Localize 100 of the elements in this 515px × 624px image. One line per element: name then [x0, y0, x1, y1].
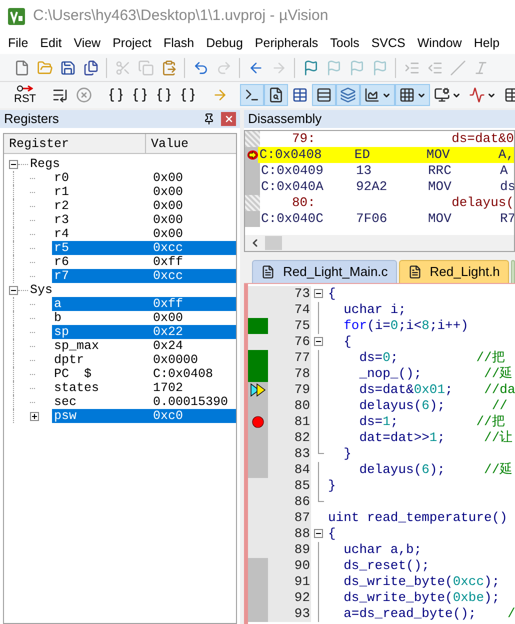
register-name: r5 [54, 241, 70, 255]
line-number: 74 [294, 302, 310, 317]
register-name: b [54, 311, 62, 325]
register-value: 1702 [153, 381, 184, 395]
tree-node-label[interactable]: Sys [30, 283, 53, 297]
line-number: 80 [294, 398, 310, 413]
register-value: 0x00 [153, 171, 184, 185]
register-name: PC $ [54, 367, 92, 381]
register-value: 0x00 [153, 199, 184, 213]
menu-item[interactable]: Window [417, 34, 462, 52]
line-number: 83 [294, 446, 310, 461]
source-text: ds=dat&0 [452, 131, 514, 147]
opcode-text: 92A2 [356, 179, 388, 194]
line-number: 75 [294, 318, 310, 333]
panel-title: Registers [4, 110, 59, 128]
register-row[interactable]: a 0xff [52, 297, 236, 311]
register-name: r6 [54, 255, 70, 269]
menu-item[interactable]: Help [474, 34, 500, 52]
register-row[interactable]: r4 0x00 [52, 227, 236, 241]
code-line: ds=0; //把 [358, 350, 505, 366]
register-value: 0xcc [153, 241, 184, 255]
code-line: ds=1; //把 [358, 414, 505, 430]
code-line: delayus(6); // [358, 398, 508, 414]
register-row[interactable]: dptr 0x0000 [52, 353, 236, 367]
register-row[interactable]: r1 0x00 [52, 185, 236, 199]
column-header[interactable]: Value [146, 134, 236, 153]
line-number: 73 [294, 286, 310, 301]
register-value: 0x00 [153, 311, 184, 325]
mnemonic-text: MOV [426, 147, 450, 162]
menu-item[interactable]: Debug [206, 34, 243, 52]
operand-text: A [500, 163, 508, 179]
menu-item[interactable]: View [74, 34, 101, 52]
menu-item[interactable]: File [8, 34, 28, 52]
editor-tab[interactable]: Red_Light_Main.c [252, 260, 397, 283]
line-number: 77 [294, 350, 310, 365]
menu-item[interactable]: Peripherals [254, 34, 318, 52]
window-title: C:\Users\hy463\Desktop\1\1.uvproj - µVision [33, 6, 328, 26]
line-number: 90 [294, 558, 310, 573]
line-number: 91 [294, 574, 310, 589]
register-value: 0x00 [153, 185, 184, 199]
opcode-text: ED [354, 147, 370, 162]
line-number: 87 [294, 510, 310, 525]
line-number: 81 [294, 414, 310, 429]
register-value: 0x22 [153, 325, 184, 339]
code-line: ds=dat&0x01; //da [358, 382, 515, 398]
line-number: 88 [294, 526, 310, 541]
register-row[interactable]: states 1702 [52, 381, 236, 395]
register-row[interactable]: r0 0x00 [52, 171, 236, 185]
editor-tab[interactable]: Red_Light.h [398, 260, 509, 283]
code-line: delayus(6); //延 [358, 462, 513, 478]
menu-item[interactable]: Tools [330, 34, 360, 52]
mnemonic-text: MOV [428, 179, 452, 194]
register-row[interactable]: sp_max 0x24 [52, 339, 236, 353]
register-name: r1 [54, 185, 70, 199]
menu-item[interactable]: Project [112, 34, 152, 52]
disassembly-row[interactable]: C:0x0409 13 RRC A [260, 163, 514, 179]
register-name: psw [54, 409, 77, 423]
panel-title: Disassembly [248, 110, 322, 128]
tree-node-label[interactable]: Regs [30, 157, 60, 171]
register-row[interactable]: b 0x00 [52, 311, 236, 325]
register-name: sec [54, 395, 77, 409]
register-value: 0x24 [153, 339, 184, 353]
register-row[interactable]: r3 0x00 [52, 213, 236, 227]
register-row[interactable]: r6 0xff [52, 255, 236, 269]
code-line: { [342, 334, 352, 350]
column-header[interactable]: Register [4, 134, 146, 153]
code-line: _nop_(); //延 [358, 366, 513, 382]
mnemonic-text: MOV [428, 211, 452, 226]
code-line: uchar i; [342, 302, 406, 318]
code-line: { [327, 286, 336, 302]
register-row[interactable]: r2 0x00 [52, 199, 236, 213]
register-row[interactable]: sec 0.00015390 [52, 395, 236, 409]
register-value: 0xcc [153, 269, 184, 283]
disassembly-row[interactable]: C:0x0408 ED MOV A, [258, 147, 514, 163]
operand-text: A, [498, 147, 514, 163]
line-number: 89 [294, 542, 310, 557]
line-number: 85 [294, 478, 310, 493]
source-line-number: 80: [292, 195, 316, 211]
register-name: a [54, 297, 62, 311]
code-line: uint read_temperature() [327, 510, 508, 526]
code-line: } [342, 446, 352, 462]
line-number: 82 [294, 430, 310, 445]
register-value: 0x00 [153, 213, 184, 227]
register-row[interactable]: sp 0x22 [52, 325, 236, 339]
reset-button[interactable]: RST [10, 83, 40, 107]
address-text: C:0x040C [261, 211, 324, 226]
register-value: 0xff [153, 255, 184, 269]
register-value: C:0x0408 [153, 367, 214, 381]
line-number: 92 [294, 590, 310, 605]
menu-item[interactable]: Flash [163, 34, 194, 52]
register-row[interactable]: psw 0xc0 [52, 409, 236, 423]
register-row[interactable]: r5 0xcc [52, 241, 236, 255]
source-line-number: 79: [292, 131, 316, 147]
menu-item[interactable]: Edit [40, 34, 62, 52]
register-row[interactable]: r7 0xcc [52, 269, 236, 283]
menu-item[interactable]: SVCS [371, 34, 406, 52]
register-name: sp [54, 325, 70, 339]
line-number: 84 [294, 462, 310, 477]
register-row[interactable]: PC $ C:0x0408 [52, 367, 236, 381]
register-name: r4 [54, 227, 70, 241]
